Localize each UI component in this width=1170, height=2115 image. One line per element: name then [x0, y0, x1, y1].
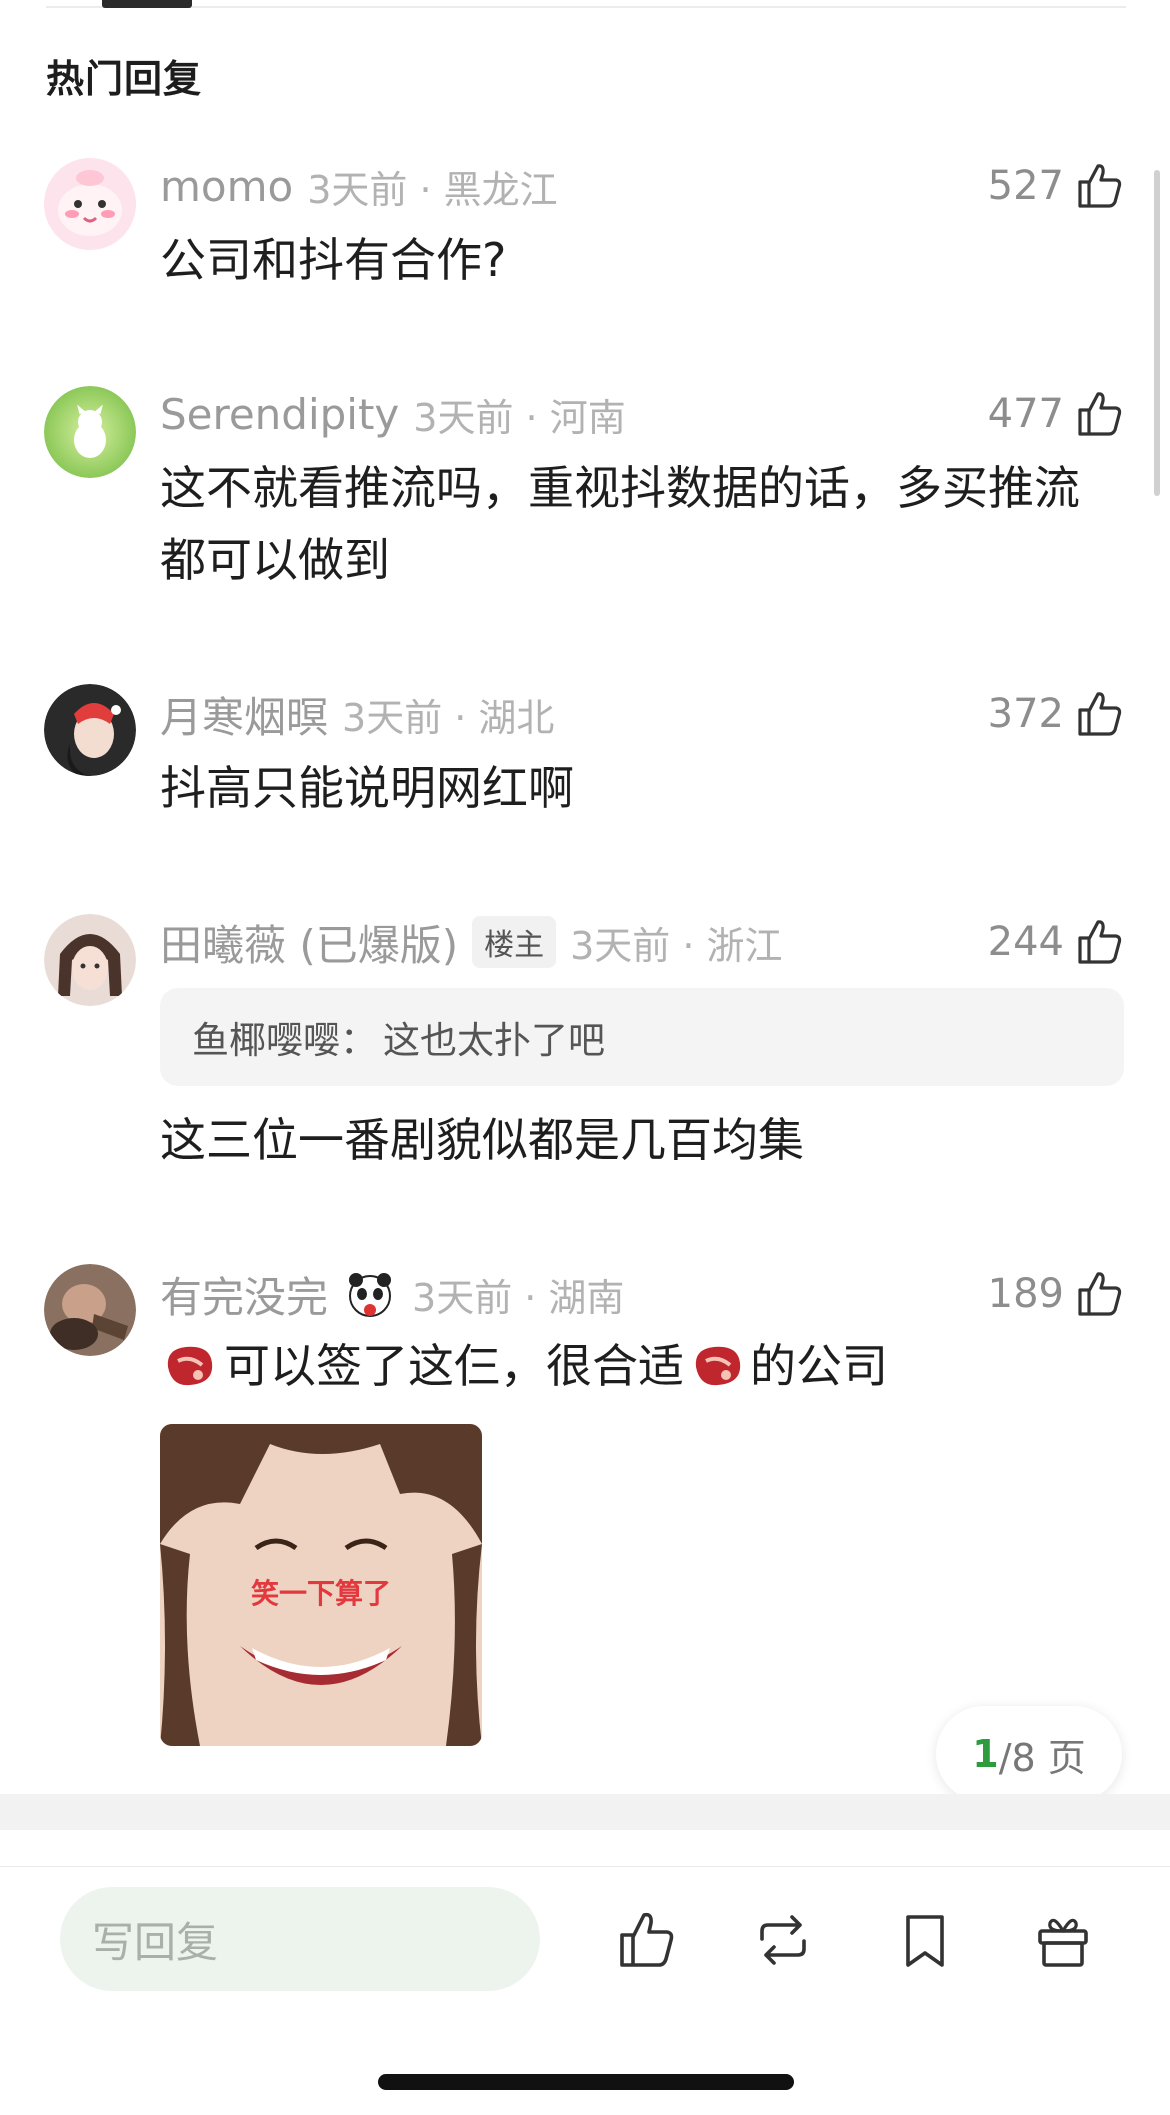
time-location: 3天前 · 黑龙江 [307, 167, 558, 212]
like-count: 527 [987, 163, 1064, 209]
thumbs-up-icon [1078, 692, 1122, 736]
thumbs-up-icon [1078, 392, 1122, 436]
repost-icon[interactable] [752, 1909, 814, 1971]
comment-text: 可以签了这仨，很合适 的公司 [160, 1330, 1100, 1402]
section-divider [0, 1794, 1170, 1830]
section-title: 热门回复 [46, 57, 203, 101]
comment-meta: Serendipity 3天前 · 河南 [160, 384, 626, 444]
current-page: 1 [972, 1732, 999, 1776]
home-indicator[interactable] [378, 2074, 794, 2090]
page-indicator[interactable]: 1 /8 页 [936, 1706, 1122, 1802]
steak-emoji-icon [167, 1346, 213, 1386]
username[interactable]: 田曦薇 (已爆版) [160, 912, 458, 973]
thumbs-up-icon [1078, 920, 1122, 964]
top-divider [46, 6, 1126, 8]
avatar[interactable] [44, 684, 136, 776]
reply-input[interactable]: 写回复 [60, 1887, 540, 1991]
like-count: 189 [987, 1271, 1064, 1317]
comment-meta: 月寒烟暝 3天前 · 湖北 [160, 684, 554, 744]
avatar[interactable] [44, 158, 136, 250]
comment-meta: 有完没完 3天前 · 湖南 [160, 1264, 624, 1324]
comment-meta: momo 3天前 · 黑龙江 [160, 156, 558, 216]
page-total: /8 页 [998, 1735, 1086, 1780]
like-count: 477 [987, 391, 1064, 437]
like-button[interactable]: 244 [988, 912, 1126, 972]
avatar[interactable] [44, 914, 136, 1006]
comment-text-part: 的公司 [750, 1339, 888, 1393]
avatar[interactable] [44, 1264, 136, 1356]
thumbs-up-icon [1078, 164, 1122, 208]
time-location: 3天前 · 河南 [413, 395, 626, 440]
quote-user[interactable]: 鱼椰嘤嘤： [192, 1010, 377, 1064]
username[interactable]: 有完没完 [160, 1264, 328, 1325]
like-button[interactable]: 189 [988, 1264, 1126, 1324]
avatar[interactable] [44, 386, 136, 478]
username[interactable]: Serendipity [160, 390, 399, 439]
comment-text: 这三位一番剧貌似都是几百均集 [160, 1113, 804, 1167]
like-button[interactable]: 372 [988, 684, 1126, 744]
like-count: 244 [987, 919, 1064, 965]
time-location: 3天前 · 浙江 [570, 923, 783, 968]
sticker-image[interactable]: 笑一下算了 [160, 1424, 482, 1746]
tab-indicator [102, 0, 192, 8]
like-count: 372 [987, 691, 1064, 737]
steak-emoji-icon [695, 1346, 741, 1386]
like-button[interactable]: 477 [988, 384, 1126, 444]
thumbs-up-icon[interactable] [616, 1909, 678, 1971]
comment-text-part: 可以签了这仨，很合适 [224, 1339, 684, 1393]
scrollbar[interactable] [1154, 170, 1160, 496]
bookmark-icon[interactable] [894, 1909, 956, 1971]
username[interactable]: 月寒烟暝 [160, 684, 328, 745]
gift-icon[interactable] [1032, 1909, 1094, 1971]
thumbs-up-icon [1078, 1272, 1122, 1316]
like-button[interactable]: 527 [988, 156, 1126, 216]
comment-text: 这不就看推流吗，重视抖数据的话，多买推流都可以做到 [160, 461, 1080, 587]
quote-text: 这也太扑了吧 [383, 1019, 605, 1062]
comment-text: 公司和抖有合作? [160, 233, 507, 287]
author-badge: 楼主 [472, 916, 557, 968]
username[interactable]: momo [160, 162, 293, 211]
quoted-reply[interactable]: 鱼椰嘤嘤： 这也太扑了吧 [160, 988, 1124, 1086]
comment-meta: 田曦薇 (已爆版) 楼主 3天前 · 浙江 [160, 912, 783, 972]
panda-badge-icon [349, 1273, 392, 1317]
time-location: 3天前 · 湖北 [342, 695, 555, 740]
time-location: 3天前 · 湖南 [412, 1275, 625, 1320]
comment-text: 抖高只能说明网红啊 [160, 761, 574, 815]
sticker-caption: 笑一下算了 [250, 1577, 391, 1610]
